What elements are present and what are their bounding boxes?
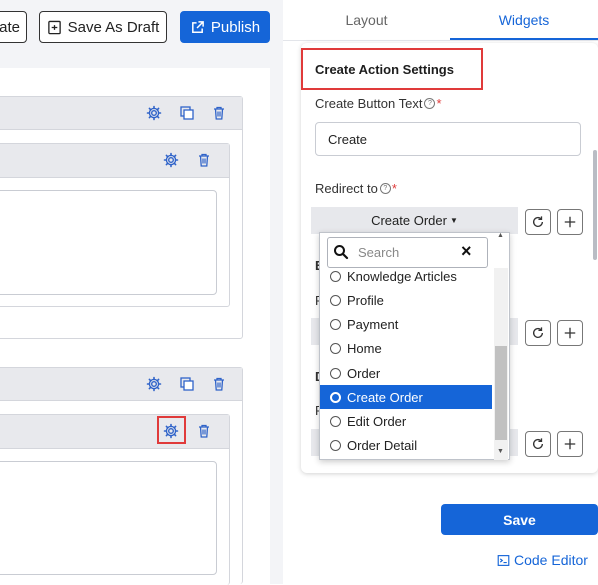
trash-icon[interactable] xyxy=(195,422,213,440)
tab-divider xyxy=(283,40,598,41)
settings-gear-icon[interactable] xyxy=(145,104,163,122)
required-marker: * xyxy=(436,96,442,111)
active-tab-indicator xyxy=(450,38,598,40)
inner-widget-card[interactable] xyxy=(0,143,230,307)
highlight-box xyxy=(157,416,186,444)
radio-icon xyxy=(330,439,341,451)
tab-widgets-label: Widgets xyxy=(498,12,550,28)
update-button[interactable]: ate xyxy=(0,11,27,43)
widget-input-area[interactable] xyxy=(0,461,217,575)
trash-icon[interactable] xyxy=(210,104,228,122)
dropdown-option-label: Payment xyxy=(347,316,399,332)
help-icon[interactable]: ? xyxy=(379,183,391,194)
caret-down-icon: ▼ xyxy=(449,216,458,225)
create-button-text-label-text: Create Button Text xyxy=(315,96,423,111)
radio-icon xyxy=(330,294,341,306)
redirect-label: Redirect to ? * xyxy=(315,181,397,196)
refresh-button[interactable] xyxy=(525,431,551,457)
refresh-icon xyxy=(532,216,544,227)
save-button-label: Save xyxy=(503,511,536,528)
plus-icon xyxy=(564,438,576,450)
dropdown-option-label: Profile xyxy=(347,292,384,308)
widget-card[interactable] xyxy=(0,96,243,339)
panel-scrollbar[interactable] xyxy=(593,150,597,260)
draft-icon xyxy=(47,20,62,35)
dropdown-option-label: Create Order xyxy=(347,389,423,405)
add-button[interactable] xyxy=(557,209,583,235)
radio-icon xyxy=(330,270,341,282)
dropdown-option[interactable]: Profile xyxy=(320,288,492,312)
refresh-button[interactable] xyxy=(525,320,551,346)
save-as-draft-button[interactable]: Save As Draft xyxy=(39,11,167,43)
create-button-text-value: Create xyxy=(328,131,368,147)
update-button-label: ate xyxy=(0,18,20,36)
dropdown-option-selected[interactable]: Create Order xyxy=(320,385,492,409)
widget-card-header xyxy=(0,97,242,130)
save-as-draft-label: Save As Draft xyxy=(67,18,160,36)
refresh-icon xyxy=(532,438,544,449)
dropdown-option-label: Home xyxy=(347,340,382,356)
dropdown-search-placeholder: Search xyxy=(358,245,400,260)
publish-label: Publish xyxy=(210,18,261,36)
copy-icon[interactable] xyxy=(178,104,196,122)
save-button[interactable]: Save xyxy=(441,504,598,535)
redirect-label-text: Redirect to xyxy=(315,181,378,196)
redirect-select-value: Create Order xyxy=(371,213,447,228)
widget-card[interactable] xyxy=(0,367,243,585)
dropdown-option[interactable]: Knowledge Articles xyxy=(320,266,492,286)
radio-icon xyxy=(330,415,341,427)
dropdown-option-label: Knowledge Articles xyxy=(347,268,457,284)
publish-button[interactable]: Publish xyxy=(180,11,270,43)
dropdown-option-label: Edit Order xyxy=(347,413,407,429)
tab-layout[interactable]: Layout xyxy=(283,0,450,40)
dropdown-option[interactable]: Payment xyxy=(320,312,492,336)
refresh-button[interactable] xyxy=(525,209,551,235)
create-button-text-input[interactable]: Create xyxy=(315,122,581,156)
settings-gear-icon[interactable] xyxy=(145,375,163,393)
tab-widgets[interactable]: Widgets xyxy=(450,0,598,40)
create-button-text-label: Create Button Text ? * xyxy=(315,96,442,111)
scroll-down-arrow-icon[interactable]: ▼ xyxy=(497,448,504,455)
dropdown-option-label: Order xyxy=(347,365,381,381)
dropdown-option[interactable]: Order Detail xyxy=(320,433,492,457)
settings-gear-icon[interactable] xyxy=(162,151,180,169)
external-link-icon xyxy=(190,20,205,35)
code-editor-link[interactable]: Code Editor xyxy=(497,552,588,568)
dropdown-option-label: Order Detail xyxy=(347,437,418,453)
add-button[interactable] xyxy=(557,431,583,457)
dropdown-option[interactable]: Edit Order xyxy=(320,409,492,433)
widget-input-area[interactable] xyxy=(0,190,217,295)
help-icon[interactable]: ? xyxy=(424,98,436,109)
scroll-up-arrow-icon[interactable]: ▲ xyxy=(497,232,504,239)
inner-widget-card[interactable] xyxy=(0,414,230,585)
search-icon xyxy=(333,244,349,260)
radio-icon xyxy=(330,342,341,354)
copy-icon[interactable] xyxy=(178,375,196,393)
redirect-select[interactable]: Create Order ▼ xyxy=(311,207,518,234)
widget-card-header xyxy=(0,368,242,401)
plus-icon xyxy=(564,216,576,228)
dropdown-scrollbar-thumb[interactable] xyxy=(495,346,507,440)
plus-icon xyxy=(564,327,576,339)
code-editor-label: Code Editor xyxy=(514,552,588,568)
clear-search-icon[interactable]: × xyxy=(461,241,472,262)
add-button[interactable] xyxy=(557,320,583,346)
refresh-icon xyxy=(532,327,544,338)
tab-layout-label: Layout xyxy=(345,12,388,28)
dropdown-option[interactable]: Order xyxy=(320,361,492,385)
terminal-icon xyxy=(497,554,510,566)
trash-icon[interactable] xyxy=(195,151,213,169)
radio-icon xyxy=(330,318,341,330)
dropdown-option[interactable]: Home xyxy=(320,336,492,360)
trash-icon[interactable] xyxy=(210,375,228,393)
radio-selected-icon xyxy=(330,391,341,403)
required-marker: * xyxy=(391,181,397,196)
radio-icon xyxy=(330,367,341,379)
settings-title: Create Action Settings xyxy=(315,62,454,77)
